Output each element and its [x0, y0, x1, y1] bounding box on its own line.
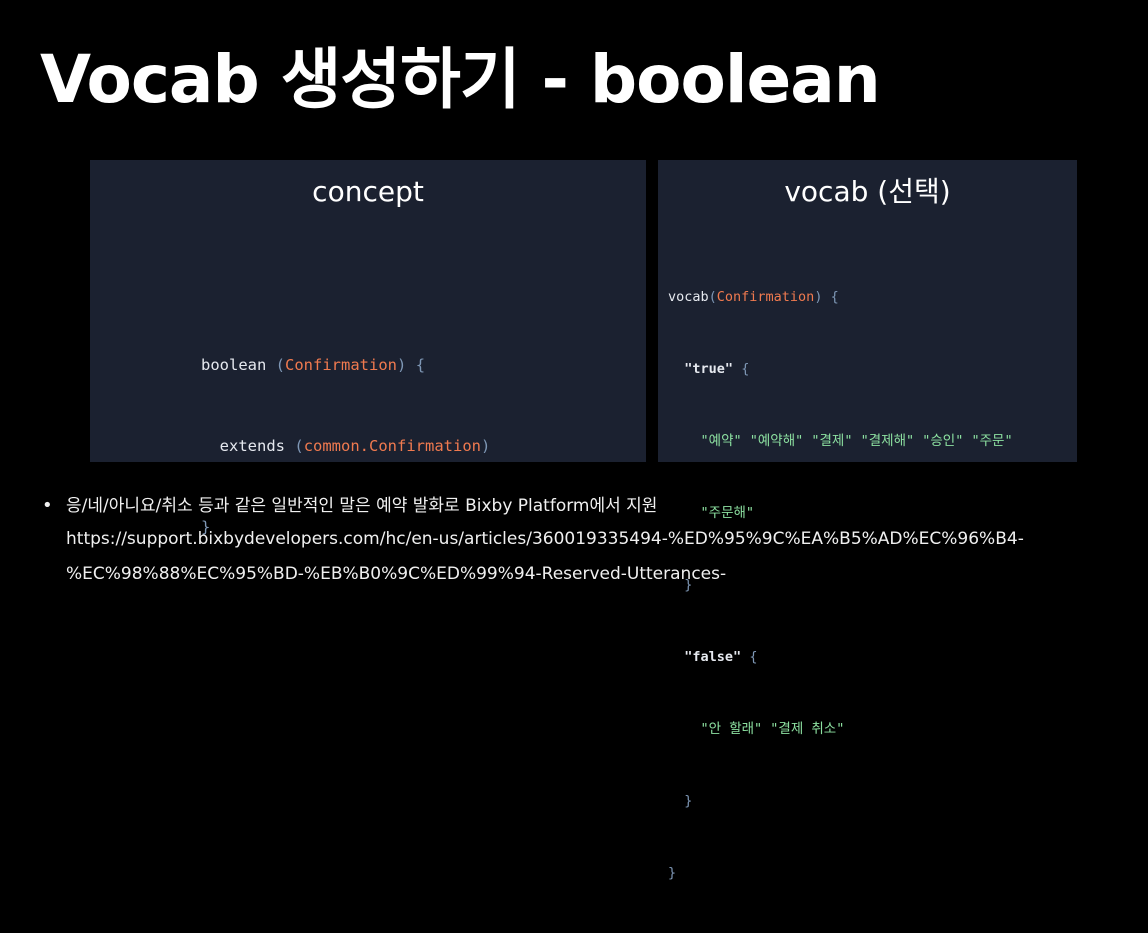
vocab-panel: vocab (선택) vocab(Confirmation) { "true" …	[658, 160, 1077, 881]
code-line: "true" {	[684, 361, 750, 377]
concept-panel: concept boolean (Confirmation) { extends…	[90, 160, 646, 536]
corner-partial-logo	[922, 0, 1122, 6]
slide-title: Vocab 생성하기 - boolean	[40, 41, 881, 118]
concept-panel-heading: concept	[312, 175, 424, 208]
bullet-item: • 응/네/아니요/취소 등과 같은 일반적인 말은 예약 발화로 Bixby …	[40, 490, 1140, 522]
code-keyword: vocab	[668, 289, 709, 305]
code-line: "예약" "예약해" "결제" "결제해" "승인" "주문"	[668, 429, 1013, 453]
reference-link-line2[interactable]: %EC%98%88%EC%95%BD-%EB%B0%9C%ED%99%94-Re…	[40, 557, 1140, 592]
code-false-values: "안 할래" "결제 취소"	[700, 721, 845, 737]
code-keyword: extends	[219, 437, 285, 455]
code-line: vocab(Confirmation) {	[668, 289, 839, 305]
bullet-dot-icon: •	[42, 495, 53, 516]
code-line: }	[668, 865, 677, 881]
code-true-values: "예약" "예약해" "결제" "결제해" "승인" "주문"	[700, 433, 1013, 449]
bullet-text: 응/네/아니요/취소 등과 같은 일반적인 말은 예약 발화로 Bixby Pl…	[66, 496, 658, 516]
code-line: }	[684, 793, 693, 809]
code-type: common.Confirmation	[303, 437, 481, 455]
code-line: boolean (Confirmation) {	[201, 356, 426, 374]
code-false-key: "false"	[684, 649, 742, 665]
vocab-panel-heading: vocab (선택)	[784, 175, 951, 208]
code-line: "안 할래" "결제 취소"	[668, 717, 1013, 741]
code-type: Confirmation	[716, 289, 815, 305]
reference-link-line1[interactable]: https://support.bixbydevelopers.com/hc/e…	[40, 522, 1140, 557]
code-type: Confirmation	[285, 356, 397, 374]
code-line: "false" {	[684, 649, 758, 665]
code-keyword: boolean	[201, 356, 267, 374]
code-true-key: "true"	[684, 361, 734, 377]
code-line: extends (common.Confirmation)	[219, 437, 491, 455]
bullet-list: • 응/네/아니요/취소 등과 같은 일반적인 말은 예약 발화로 Bixby …	[40, 490, 1140, 592]
